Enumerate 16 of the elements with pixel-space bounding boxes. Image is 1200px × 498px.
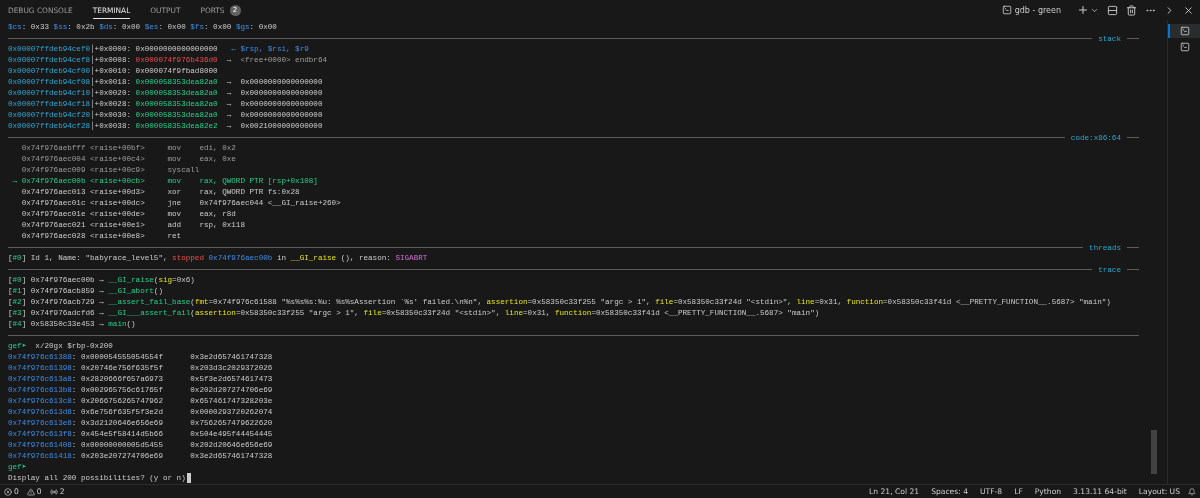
terminal-name: gdb - green bbox=[1014, 5, 1061, 15]
add-terminal-button[interactable] bbox=[1077, 4, 1089, 16]
text-cursor bbox=[186, 473, 191, 483]
terminal-icon bbox=[1180, 42, 1190, 52]
warning-icon bbox=[26, 487, 35, 496]
scrollbar-thumb[interactable] bbox=[1151, 430, 1157, 474]
error-icon bbox=[4, 487, 12, 496]
close-icon[interactable] bbox=[1183, 4, 1194, 16]
terminal-session-tab[interactable] bbox=[1168, 24, 1200, 38]
antenna-icon bbox=[49, 487, 58, 496]
trash-icon[interactable] bbox=[1126, 4, 1137, 16]
split-icon[interactable] bbox=[1107, 4, 1118, 16]
terminal-icon bbox=[1001, 5, 1012, 15]
terminal-title[interactable]: gdb - green bbox=[1001, 5, 1061, 15]
terminal-icon bbox=[1180, 26, 1190, 36]
bell-icon[interactable] bbox=[1188, 487, 1196, 496]
